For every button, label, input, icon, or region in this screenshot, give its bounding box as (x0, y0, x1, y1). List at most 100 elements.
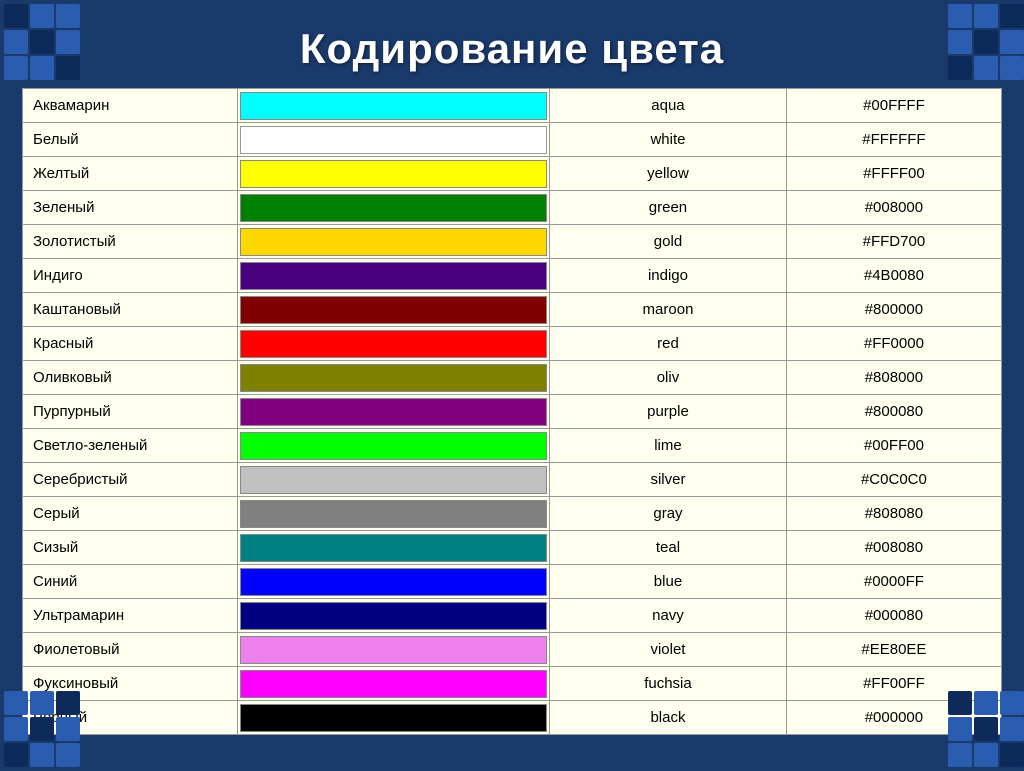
color-name-russian: Красный (23, 327, 238, 361)
color-swatch-cell (238, 599, 550, 633)
color-swatch-cell (238, 463, 550, 497)
table-row: Фуксиновыйfuchsia#FF00FF (23, 667, 1002, 701)
table-row: Ультрамарин navy#000080 (23, 599, 1002, 633)
color-name-russian: Сизый (23, 531, 238, 565)
color-name-english: blue (550, 565, 787, 599)
color-name-russian: Серый (23, 497, 238, 531)
color-name-english: violet (550, 633, 787, 667)
color-name-russian: Белый (23, 123, 238, 157)
color-name-russian: Аквамарин (23, 89, 238, 123)
color-name-russian: Зеленый (23, 191, 238, 225)
color-name-english: yellow (550, 157, 787, 191)
color-hex-code: #4B0080 (786, 259, 1001, 293)
color-name-russian: Индиго (23, 259, 238, 293)
corner-decoration-top-left (0, 0, 80, 80)
color-hex-code: #FFFFFF (786, 123, 1001, 157)
color-swatch (240, 466, 547, 494)
page-title: Кодирование цвета (300, 25, 724, 73)
color-name-english: oliv (550, 361, 787, 395)
color-name-english: navy (550, 599, 787, 633)
color-swatch (240, 500, 547, 528)
color-swatch (240, 704, 547, 732)
color-hex-code: #008080 (786, 531, 1001, 565)
color-swatch (240, 126, 547, 154)
color-swatch (240, 364, 547, 392)
color-hex-code: #800080 (786, 395, 1001, 429)
color-hex-code: #00FF00 (786, 429, 1001, 463)
table-row: Серебристыйsilver#C0C0C0 (23, 463, 1002, 497)
color-name-english: gray (550, 497, 787, 531)
color-name-russian: Желтый (23, 157, 238, 191)
color-name-english: gold (550, 225, 787, 259)
color-hex-code: #008000 (786, 191, 1001, 225)
corner-decoration-bottom-right (944, 687, 1024, 767)
color-name-russian: Каштановый (23, 293, 238, 327)
color-name-english: aqua (550, 89, 787, 123)
color-swatch-cell (238, 429, 550, 463)
color-swatch (240, 92, 547, 120)
color-name-russian: Оливковый (23, 361, 238, 395)
color-swatch (240, 194, 547, 222)
color-name-english: lime (550, 429, 787, 463)
color-swatch-cell (238, 259, 550, 293)
color-hex-code: #00FFFF (786, 89, 1001, 123)
color-hex-code: #FFFF00 (786, 157, 1001, 191)
corner-decoration-bottom-left (0, 687, 80, 767)
color-name-english: black (550, 701, 787, 735)
color-name-russian: Золотистый (23, 225, 238, 259)
color-name-english: maroon (550, 293, 787, 327)
color-swatch (240, 568, 547, 596)
table-row: Индиго indigo#4B0080 (23, 259, 1002, 293)
color-hex-code: #808080 (786, 497, 1001, 531)
color-swatch-cell (238, 531, 550, 565)
color-name-english: green (550, 191, 787, 225)
color-hex-code: #FF0000 (786, 327, 1001, 361)
color-swatch (240, 160, 547, 188)
color-name-english: teal (550, 531, 787, 565)
table-row: Аквамарин aqua#00FFFF (23, 89, 1002, 123)
color-name-russian: Фиолетовый (23, 633, 238, 667)
color-hex-code: #800000 (786, 293, 1001, 327)
color-swatch-cell (238, 327, 550, 361)
color-swatch-cell (238, 225, 550, 259)
color-swatch-cell (238, 191, 550, 225)
color-hex-code: #FFD700 (786, 225, 1001, 259)
color-swatch-cell (238, 361, 550, 395)
color-swatch-cell (238, 633, 550, 667)
color-swatch (240, 262, 547, 290)
color-swatch (240, 330, 547, 358)
table-row: Зеленый green#008000 (23, 191, 1002, 225)
color-swatch-cell (238, 667, 550, 701)
color-name-english: indigo (550, 259, 787, 293)
color-name-russian: Ультрамарин (23, 599, 238, 633)
table-row: Фиолетовый violet#EE80EE (23, 633, 1002, 667)
color-swatch (240, 296, 547, 324)
color-name-english: fuchsia (550, 667, 787, 701)
color-hex-code: #EE80EE (786, 633, 1001, 667)
color-swatch (240, 602, 547, 630)
color-hex-code: #000080 (786, 599, 1001, 633)
color-swatch (240, 228, 547, 256)
color-swatch-cell (238, 293, 550, 327)
table-row: Красный red#FF0000 (23, 327, 1002, 361)
color-name-russian: Синий (23, 565, 238, 599)
table-row: Золотистый gold#FFD700 (23, 225, 1002, 259)
table-row: Желтый yellow#FFFF00 (23, 157, 1002, 191)
color-hex-code: #808000 (786, 361, 1001, 395)
table-row: Черныйblack#000000 (23, 701, 1002, 735)
color-swatch (240, 534, 547, 562)
table-row: Каштановый maroon#800000 (23, 293, 1002, 327)
color-swatch-cell (238, 89, 550, 123)
color-swatch (240, 398, 547, 426)
color-swatch-cell (238, 497, 550, 531)
color-name-russian: Серебристый (23, 463, 238, 497)
table-row: Сизый teal#008080 (23, 531, 1002, 565)
color-name-russian: Светло-зеленый (23, 429, 238, 463)
color-swatch-cell (238, 565, 550, 599)
color-swatch-cell (238, 395, 550, 429)
color-hex-code: #C0C0C0 (786, 463, 1001, 497)
color-name-english: red (550, 327, 787, 361)
table-row: Серый gray#808080 (23, 497, 1002, 531)
color-swatch-cell (238, 701, 550, 735)
color-name-russian: Пурпурный (23, 395, 238, 429)
